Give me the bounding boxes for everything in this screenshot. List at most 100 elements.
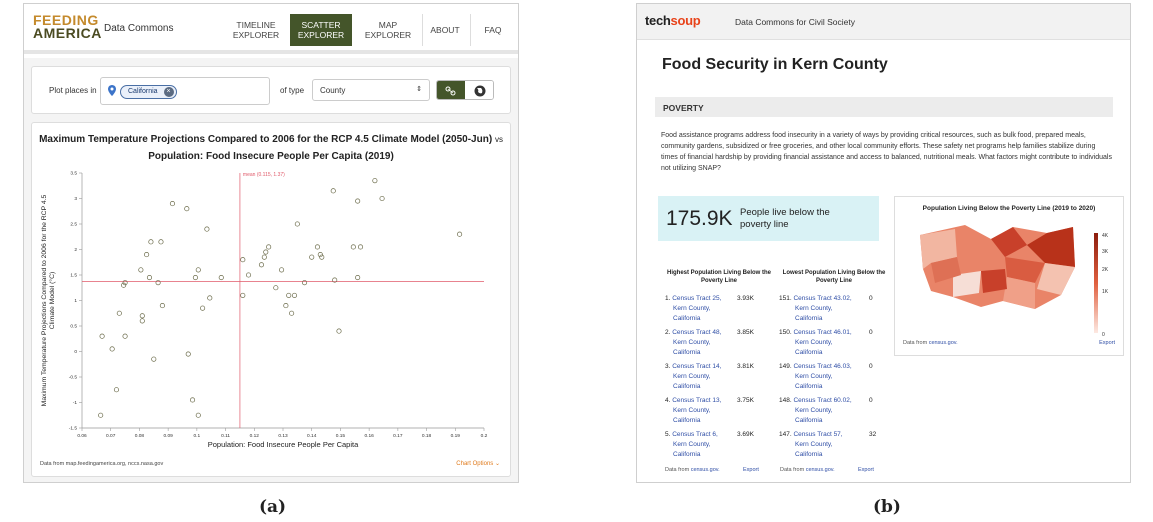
highest-list-item: 3. Census Tract 14, Kern County, Californi… xyxy=(665,363,754,390)
data-point xyxy=(122,280,128,286)
highlight-stat: 175.9K People live below the poverty lin… xyxy=(658,196,879,241)
location-pin-icon xyxy=(108,85,116,96)
select-arrows-icon: ⇕ xyxy=(416,86,422,93)
y-tick-label: 1.5 xyxy=(70,273,77,279)
lowest-list-title: Lowest Population Living Below the Pover… xyxy=(782,270,886,284)
census-tract-link[interactable]: Census Tract 48, Kern County, California xyxy=(665,329,721,356)
legend-tick: 1K xyxy=(1102,289,1109,295)
map-view-button[interactable] xyxy=(466,81,493,99)
section-description: Food assistance programs address food in… xyxy=(661,132,1112,172)
data-point xyxy=(138,267,144,273)
data-point xyxy=(457,231,463,237)
data-point xyxy=(263,249,269,255)
data-source: Data from map.feedingamerica.org, nccs.n… xyxy=(40,461,164,467)
highest-list-title: Highest Population Living Below the Pove… xyxy=(666,270,771,284)
nav-timeline-explorer[interactable]: TIMELINE EXPLORER xyxy=(226,14,286,46)
census-link[interactable]: census.gov. xyxy=(929,340,958,346)
scatter-chart: 0.06 0.07 0.08 0.09 0.1 0.11 0.12 0.13 0.14 0.15 0… xyxy=(41,171,488,449)
y-axis-label: Maximum Temperature Projections Compared… xyxy=(41,194,48,406)
x-tick-label: 0.12 xyxy=(250,433,260,439)
choropleth-map[interactable]: 4K 3K 2K 1K 0 xyxy=(895,197,1125,337)
caption-b: (b) xyxy=(873,497,901,517)
nav-about[interactable]: ABOUT xyxy=(424,14,466,46)
data-point xyxy=(355,275,361,281)
chart-options-link[interactable]: Chart Options ⌄ xyxy=(456,460,500,467)
census-link[interactable]: census.gov. xyxy=(691,467,720,473)
lowest-list-item: 148. Census Tract 60.02, Kern County, Cali… xyxy=(779,397,873,424)
page-title: Food Security in Kern County xyxy=(662,56,888,73)
census-tract-link[interactable]: Census Tract 13, Kern County, California xyxy=(665,397,721,424)
scatter-view-button[interactable] xyxy=(437,81,465,99)
nav-map-explorer[interactable]: MAP EXPLORER xyxy=(356,14,420,46)
data-point xyxy=(151,356,157,362)
data-point xyxy=(139,313,145,319)
view-toggle xyxy=(436,80,494,100)
place-type-select[interactable]: County ⇕ xyxy=(312,79,430,101)
data-point xyxy=(122,333,128,339)
highest-list-footer: Data from census.gov. Export xyxy=(665,467,759,473)
data-point xyxy=(258,262,265,268)
nav-faq[interactable]: FAQ xyxy=(474,14,512,46)
tract-value: 0 xyxy=(869,329,873,336)
data-point xyxy=(301,280,308,286)
tract-value: 3.81K xyxy=(737,363,754,370)
data-point xyxy=(148,239,154,245)
data-point xyxy=(158,239,164,245)
data-point xyxy=(289,310,295,316)
data-point xyxy=(190,397,196,403)
techsoup-logo[interactable]: techsoup xyxy=(645,13,701,28)
caption-a: (a) xyxy=(259,497,287,517)
data-point xyxy=(195,412,201,418)
data-point xyxy=(266,244,272,250)
export-link[interactable]: Export xyxy=(743,467,759,473)
kern-county-map[interactable] xyxy=(920,225,1075,309)
y-tick-label: 0 xyxy=(74,349,77,355)
data-point xyxy=(116,310,122,316)
data-point xyxy=(355,198,361,204)
stat-description: People live below the poverty line xyxy=(740,207,830,230)
census-link[interactable]: census.gov. xyxy=(806,467,835,473)
data-point xyxy=(336,328,342,334)
feeding-america-panel: FEEDING AMERICA Data Commons TIMELINE EXP… xyxy=(23,3,519,483)
data-point xyxy=(240,292,246,298)
census-tract-link[interactable]: Census Tract 14, Kern County, California xyxy=(665,363,721,390)
data-point xyxy=(286,292,292,298)
tract-value: 0 xyxy=(869,397,873,404)
data-point xyxy=(350,244,356,250)
remove-chip-icon[interactable]: × xyxy=(163,87,174,97)
tract-value: 0 xyxy=(869,363,873,370)
data-point xyxy=(261,254,267,260)
nav-scatter-explorer[interactable]: SCATTER EXPLORER xyxy=(290,14,352,46)
export-link[interactable]: Export xyxy=(858,467,874,473)
data-point xyxy=(294,221,300,227)
tract-value: 3.75K xyxy=(737,397,754,404)
map-export-link[interactable]: Export xyxy=(1099,340,1115,346)
plot-places-label: Plot places in xyxy=(49,86,97,95)
tract-value: 32 xyxy=(869,431,877,438)
color-legend: 4K 3K 2K 1K 0 xyxy=(1094,233,1109,337)
lowest-list-item: 147. Census Tract 57, Kern County, Califor… xyxy=(779,431,877,458)
place-chip[interactable]: California × xyxy=(120,85,177,99)
x-tick-label: 0.08 xyxy=(135,433,145,439)
x-tick-label: 0.18 xyxy=(422,433,432,439)
scatter-icon xyxy=(445,86,456,96)
data-point xyxy=(195,267,201,273)
highest-list-item: 5. Census Tract 6, Kern County, California… xyxy=(665,431,754,458)
x-tick-label: 0.14 xyxy=(307,433,317,439)
tract-value: 3.85K xyxy=(737,329,754,336)
highest-list-item: 1. Census Tract 25, Kern County, Californi… xyxy=(665,295,754,322)
x-tick-label: 0.11 xyxy=(221,433,230,439)
data-point xyxy=(159,303,165,309)
data-point xyxy=(330,188,336,194)
place-search-input[interactable]: California × xyxy=(100,77,270,105)
lowest-list-item: 149. Census Tract 46.03, Kern County, Cali… xyxy=(779,363,873,390)
data-point xyxy=(273,285,279,291)
section-header: POVERTY xyxy=(655,97,1113,117)
census-tract-link[interactable]: Census Tract 6, Kern County, California xyxy=(665,431,718,458)
fa-header: FEEDING AMERICA Data Commons TIMELINE EXP… xyxy=(24,4,518,54)
data-point xyxy=(121,282,127,288)
feeding-america-logo[interactable]: FEEDING AMERICA xyxy=(33,13,102,40)
chart-card: Maximum Temperature Projections Compared… xyxy=(31,122,511,477)
census-tract-link[interactable]: Census Tract 25, Kern County, California xyxy=(665,295,721,322)
of-type-label: of type xyxy=(280,86,305,95)
